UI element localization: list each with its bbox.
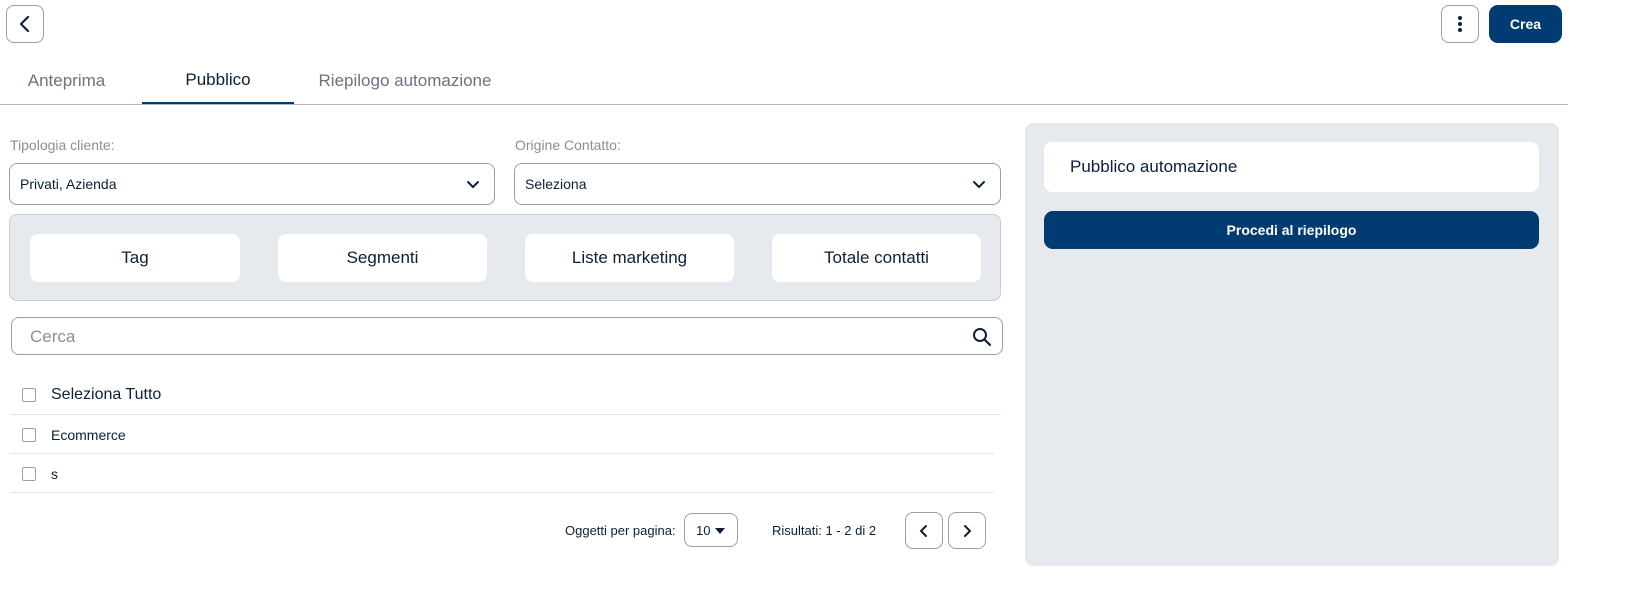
chevron-left-icon [19, 15, 30, 33]
list-item-checkbox[interactable] [22, 428, 36, 442]
results-count: Risultati: 1 - 2 di 2 [772, 523, 877, 538]
tab-preview[interactable]: Anteprima [0, 58, 133, 104]
search-input[interactable] [30, 325, 950, 349]
audience-type-panel: Tag Segmenti Liste marketing Totale cont… [9, 214, 1001, 301]
chevron-down-icon [467, 181, 479, 188]
search-icon[interactable] [972, 327, 992, 347]
chevron-right-icon [964, 524, 971, 537]
audience-summary-panel: Pubblico automazione Procedi al riepilog… [1025, 123, 1559, 566]
segments-button[interactable]: Segmenti [278, 234, 487, 282]
caret-down-icon [715, 528, 725, 534]
contact-origin-select[interactable]: Seleziona [514, 163, 1001, 205]
customer-type-select[interactable]: Privati, Azienda [9, 163, 495, 205]
list-item[interactable]: Ecommerce [10, 415, 994, 454]
chevron-down-icon [973, 181, 985, 188]
create-button[interactable]: Crea [1489, 5, 1562, 43]
back-button[interactable] [6, 5, 44, 43]
marketing-lists-button[interactable]: Liste marketing [525, 234, 734, 282]
more-options-button[interactable] [1441, 5, 1479, 43]
list-item-label: Ecommerce [51, 427, 126, 443]
select-all-label: Seleziona Tutto [51, 386, 162, 403]
list-item-label: s [51, 466, 58, 482]
next-page-button[interactable] [948, 512, 986, 549]
contact-origin-label: Origine Contatto: [515, 137, 621, 153]
contact-origin-value: Seleziona [525, 176, 587, 192]
tab-automation-summary[interactable]: Riepilogo automazione [305, 58, 505, 104]
tab-bar: Anteprima Pubblico Riepilogo automazione [0, 58, 1568, 105]
search-box [11, 317, 1003, 355]
items-per-page-label: Oggetti per pagina: [565, 523, 676, 538]
select-all-checkbox[interactable] [22, 388, 36, 402]
customer-type-label: Tipologia cliente: [10, 137, 115, 153]
select-all-row[interactable]: Seleziona Tutto [10, 375, 1001, 415]
tag-button[interactable]: Tag [30, 234, 240, 282]
chevron-left-icon [920, 524, 927, 537]
list-item-checkbox[interactable] [22, 467, 36, 481]
previous-page-button[interactable] [905, 512, 943, 549]
vertical-dots-icon [1458, 16, 1462, 32]
tab-audience[interactable]: Pubblico [142, 58, 294, 104]
items-per-page-select[interactable]: 10 [684, 513, 738, 547]
customer-type-value: Privati, Azienda [20, 176, 117, 192]
audience-summary-title: Pubblico automazione [1044, 142, 1539, 192]
proceed-to-summary-button[interactable]: Procedi al riepilogo [1044, 211, 1539, 249]
total-contacts-button[interactable]: Totale contatti [772, 234, 981, 282]
list-item[interactable]: s [10, 454, 994, 493]
items-per-page-value: 10 [696, 522, 711, 538]
